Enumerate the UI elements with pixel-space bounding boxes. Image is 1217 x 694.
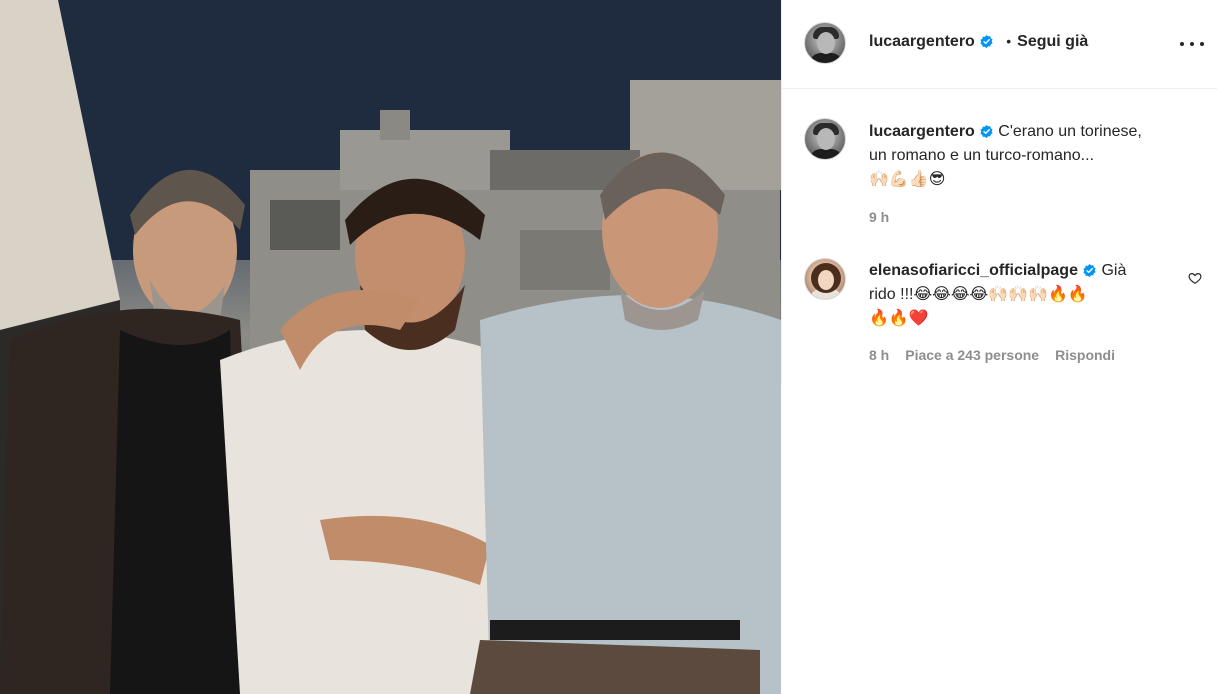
- comment-text: elenasofiaricci_officialpage Già rido !!…: [869, 259, 1174, 331]
- commenter-avatar[interactable]: [804, 258, 846, 300]
- verified-badge-icon: [1083, 264, 1096, 278]
- caption-line-1: C'erano un torinese,: [998, 123, 1142, 140]
- caption-avatar[interactable]: [804, 118, 846, 160]
- caption-text: lucaargentero C'erano un torinese, un ro…: [869, 120, 1199, 192]
- caption-meta: 9 h: [869, 209, 905, 225]
- follow-status-button[interactable]: Segui già: [1017, 33, 1088, 50]
- reply-button[interactable]: Rispondi: [1055, 347, 1115, 363]
- header-identity: lucaargentero • Segui già: [869, 33, 1088, 51]
- caption-line-2: un romano e un turco-romano...: [869, 147, 1095, 164]
- heart-outline-icon[interactable]: [1188, 271, 1202, 285]
- post-header: lucaargentero • Segui già: [782, 0, 1217, 89]
- header-separator: •: [1006, 33, 1012, 49]
- verified-badge-icon: [980, 35, 993, 49]
- more-options-icon[interactable]: [1180, 36, 1204, 52]
- caption-time[interactable]: 9 h: [869, 209, 889, 225]
- post-side-panel: lucaargentero • Segui già lucaargentero C…: [781, 0, 1217, 385]
- post-photo[interactable]: [0, 0, 781, 694]
- comment-text-b: rido !!!😂😂😂😂🙌🏻🙌🏻🙌🏻🔥🔥: [869, 286, 1088, 303]
- comment-time[interactable]: 8 h: [869, 347, 889, 363]
- comment-likes[interactable]: Piace a 243 persone: [905, 347, 1039, 363]
- comment-text-a: Già: [1101, 262, 1127, 279]
- author-avatar[interactable]: [804, 22, 846, 64]
- comment-text-c: 🔥🔥❤️: [869, 310, 929, 327]
- verified-badge-icon: [980, 125, 993, 139]
- caption-emojis: 🙌🏻💪🏻👍🏻😎: [869, 171, 946, 188]
- comment-meta: 8 h Piace a 243 persone Rispondi: [869, 347, 1131, 363]
- author-username[interactable]: lucaargentero: [869, 33, 975, 50]
- commenter-username[interactable]: elenasofiaricci_officialpage: [869, 262, 1078, 279]
- photo-scene: [0, 0, 781, 694]
- caption-username[interactable]: lucaargentero: [869, 123, 975, 140]
